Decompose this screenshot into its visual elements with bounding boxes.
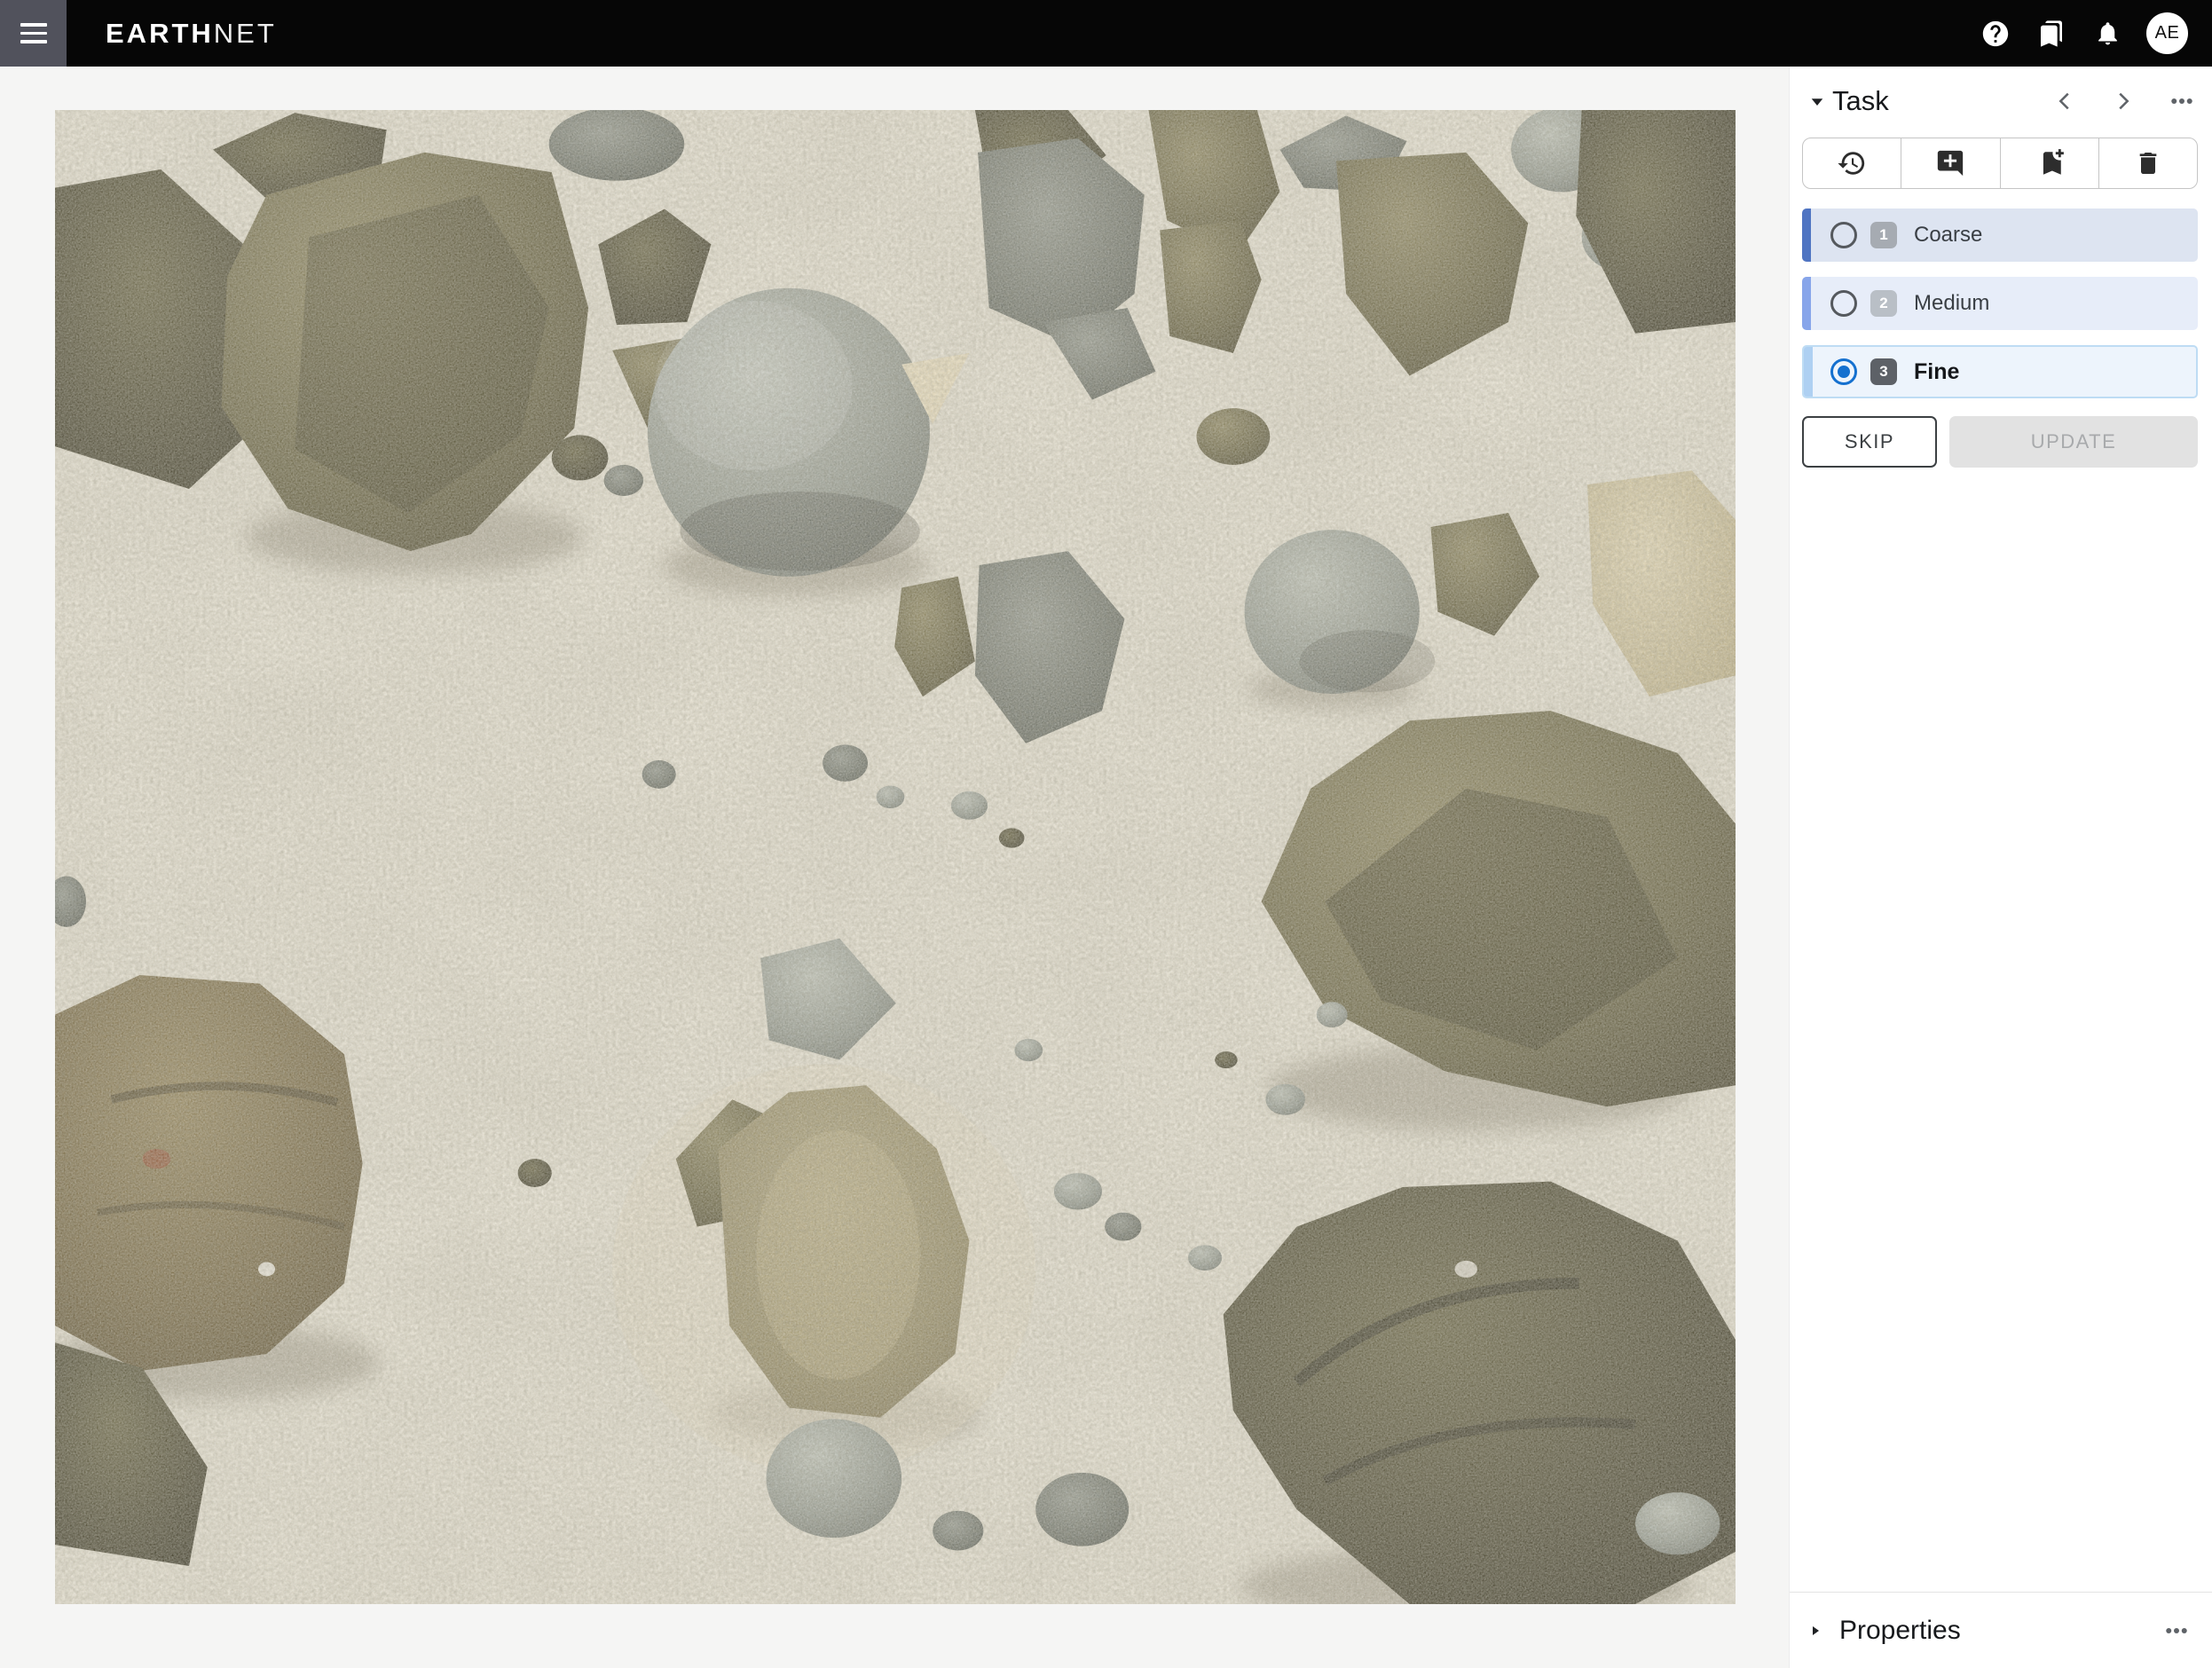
task-more-button[interactable]	[2164, 83, 2200, 119]
sample-photo[interactable]	[55, 110, 1736, 1604]
caret-down-icon	[1804, 88, 1830, 114]
more-dots-icon	[2169, 88, 2195, 114]
notifications-icon	[2094, 20, 2121, 47]
caret-right-icon	[1804, 1620, 1825, 1641]
delete-button[interactable]	[2098, 138, 2197, 188]
option-medium-radio[interactable]	[1830, 290, 1857, 317]
history-icon	[1837, 148, 1867, 178]
panel-spacer	[1790, 468, 2212, 1592]
help-button[interactable]	[1979, 17, 2012, 51]
option-fine-accent-bar	[1804, 347, 1813, 397]
option-fine-radio[interactable]	[1830, 358, 1857, 385]
bookmarks-icon	[2037, 20, 2066, 48]
option-medium-label: Medium	[1914, 291, 1989, 316]
update-button[interactable]: UPDATE	[1949, 416, 2198, 468]
menu-icon	[20, 23, 47, 26]
brand-light: NET	[214, 18, 277, 49]
menu-button[interactable]	[0, 0, 67, 67]
notifications-button[interactable]	[2090, 17, 2124, 51]
previous-task-button[interactable]	[2047, 83, 2082, 119]
option-coarse-hotkey-badge: 1	[1870, 222, 1897, 248]
option-medium-hotkey-badge: 2	[1870, 290, 1897, 317]
chevron-right-icon	[2111, 89, 2136, 114]
properties-more-button[interactable]	[2159, 1613, 2194, 1648]
task-panel: Task 1 Coarse	[1789, 67, 2212, 1668]
radio-selected-dot	[1838, 366, 1850, 378]
history-button[interactable]	[1803, 138, 1901, 188]
task-panel-title: Task	[1832, 85, 1889, 117]
sample-photo-illustration	[55, 110, 1736, 1604]
task-panel-header: Task	[1802, 79, 2200, 123]
delete-icon	[2134, 149, 2162, 177]
bookmark-add-button[interactable]	[2000, 138, 2098, 188]
option-coarse[interactable]: 1 Coarse	[1802, 208, 2198, 262]
avatar-initials: AE	[2155, 23, 2180, 43]
option-medium[interactable]: 2 Medium	[1802, 277, 2198, 330]
add-comment-icon	[1935, 148, 1965, 178]
brand-bold: EARTH	[106, 18, 214, 49]
avatar[interactable]: AE	[2146, 12, 2188, 54]
properties-header[interactable]: Properties	[1790, 1592, 2212, 1668]
option-coarse-accent-bar	[1802, 208, 1811, 262]
option-coarse-radio[interactable]	[1830, 222, 1857, 248]
bookmarks-button[interactable]	[2035, 17, 2068, 51]
properties-title: Properties	[1839, 1616, 1961, 1646]
chevron-left-icon	[2052, 89, 2077, 114]
more-dots-icon	[2163, 1617, 2190, 1644]
help-icon	[1980, 19, 2011, 49]
next-task-button[interactable]	[2106, 83, 2141, 119]
canvas-area	[0, 67, 1789, 1668]
app-logo: EARTHNET	[106, 18, 277, 50]
task-collapse-button[interactable]	[1802, 86, 1832, 116]
option-fine-hotkey-badge: 3	[1870, 358, 1897, 385]
label-options: 1 Coarse 2 Medium 3 Fine	[1790, 208, 2212, 413]
navbar-actions: AE	[1979, 12, 2212, 54]
bookmark-add-icon	[2035, 148, 2065, 178]
task-actions: SKIP UPDATE	[1802, 416, 2198, 468]
option-fine[interactable]: 3 Fine	[1802, 345, 2198, 398]
add-comment-button[interactable]	[1901, 138, 1999, 188]
option-medium-accent-bar	[1802, 277, 1811, 330]
top-navbar: EARTHNET AE	[0, 0, 2212, 67]
task-toolbar	[1802, 138, 2198, 189]
skip-button[interactable]: SKIP	[1802, 416, 1937, 468]
option-coarse-label: Coarse	[1914, 223, 1982, 248]
option-fine-label: Fine	[1914, 359, 1959, 385]
